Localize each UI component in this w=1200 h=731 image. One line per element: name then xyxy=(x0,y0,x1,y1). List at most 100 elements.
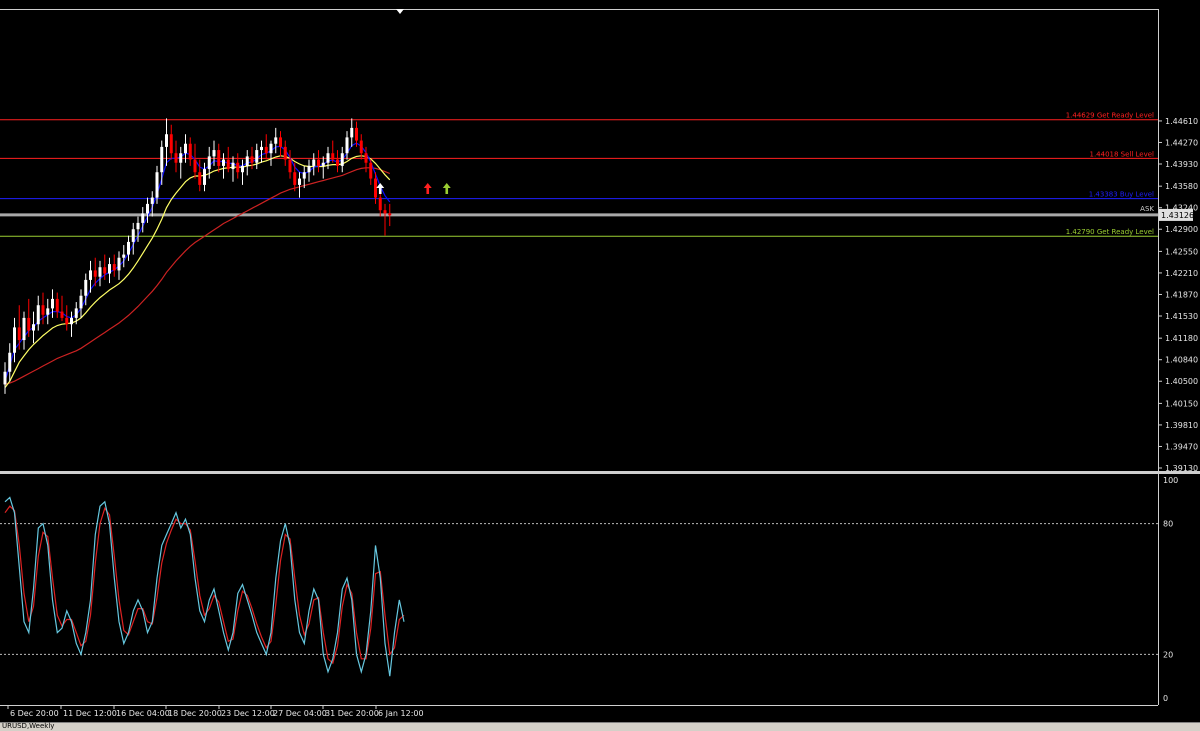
candle-body xyxy=(345,137,349,154)
candle-body xyxy=(36,305,40,325)
candle-body xyxy=(317,159,320,166)
y-tick-label: 1.44610 xyxy=(1165,117,1198,126)
candle-body xyxy=(32,324,35,331)
candle-body xyxy=(217,150,221,166)
candle-body xyxy=(160,146,164,173)
candle-body xyxy=(55,298,59,312)
candle-body xyxy=(274,137,278,144)
candle-body xyxy=(165,134,168,147)
candle-body xyxy=(150,197,154,204)
candle-body xyxy=(60,311,64,318)
candle-body xyxy=(255,150,259,163)
candle-body xyxy=(98,267,102,277)
candle-body xyxy=(326,153,330,163)
ask-label: ASK xyxy=(1140,205,1154,213)
candle-body xyxy=(293,172,297,185)
y-tick-label: 1.43580 xyxy=(1165,182,1198,191)
x-tick-label: 23 Dec 12:00 xyxy=(221,709,275,718)
candle-body xyxy=(207,156,211,170)
candle-body xyxy=(136,222,140,230)
y-tick-label: 1.43930 xyxy=(1165,160,1198,169)
y-tick-label: 1.40840 xyxy=(1165,356,1198,365)
x-tick-label: 11 Dec 12:00 xyxy=(63,709,117,718)
candle-body xyxy=(70,317,73,325)
candle-body xyxy=(350,127,354,138)
chart-area: 1.44629 Get Ready Level 1.44018 Sell Leve… xyxy=(0,9,1200,718)
candle-body xyxy=(245,156,249,166)
candle-body xyxy=(89,270,92,280)
candle-body xyxy=(184,143,187,154)
candle-body xyxy=(203,169,206,185)
candle-body xyxy=(46,308,50,315)
candle-body xyxy=(369,162,373,179)
level-label-3: 1.42790 Get Ready Level xyxy=(1066,228,1154,236)
y-tick-label: 1.42900 xyxy=(1165,225,1198,234)
candle-body xyxy=(383,210,387,214)
candle-body xyxy=(79,295,83,309)
candle-body xyxy=(74,308,78,318)
candle-body xyxy=(288,159,292,173)
candle-body xyxy=(279,137,282,147)
x-tick-label: 6 Jan 12:00 xyxy=(378,709,424,718)
osc-tick-label: 100 xyxy=(1163,476,1178,485)
candle-body xyxy=(307,165,311,173)
candle-body xyxy=(141,213,145,223)
candle-body xyxy=(103,267,107,274)
level-label-0: 1.44629 Get Ready Level xyxy=(1066,112,1154,120)
candle-body xyxy=(41,305,45,315)
candle-body xyxy=(193,159,197,173)
candle-body xyxy=(27,317,31,331)
candle-body xyxy=(226,159,230,170)
x-tick-label: 27 Dec 04:00 xyxy=(273,709,327,718)
y-tick-label: 1.41870 xyxy=(1165,290,1198,299)
candle-body xyxy=(93,270,97,277)
candle-body xyxy=(146,203,149,214)
candle-body xyxy=(8,352,12,372)
candle-body xyxy=(231,162,235,170)
y-tick-label: 1.40500 xyxy=(1165,377,1198,386)
candle-body xyxy=(331,153,335,160)
y-tick-label: 1.42550 xyxy=(1165,247,1198,256)
candle-body xyxy=(374,178,377,198)
x-tick-label: 6 Dec 20:00 xyxy=(10,709,59,718)
candle-body xyxy=(127,241,130,255)
candle-body xyxy=(174,153,178,163)
y-tick-label: 1.41180 xyxy=(1165,334,1198,343)
candle-body xyxy=(131,229,135,242)
candle-body xyxy=(84,279,88,296)
oscillator-panel-background xyxy=(0,474,1158,704)
candle-body xyxy=(212,150,216,157)
candle-body xyxy=(250,156,254,163)
candle-body xyxy=(117,257,121,271)
candle-body xyxy=(122,254,126,258)
x-tick-label: 16 Dec 04:00 xyxy=(116,709,170,718)
x-tick-label: 31 Dec 20:00 xyxy=(325,709,379,718)
candle-body xyxy=(22,317,26,341)
candle-body xyxy=(108,264,111,274)
candle-body xyxy=(236,162,240,173)
candle-body xyxy=(336,159,339,166)
x-tick-label: 18 Dec 20:00 xyxy=(168,709,222,718)
y-tick-label: 1.39130 xyxy=(1165,464,1198,473)
level-label-1: 1.44018 Sell Level xyxy=(1089,150,1154,158)
y-tick-label: 1.44270 xyxy=(1165,138,1198,147)
main-panel-background xyxy=(0,9,1158,471)
candle-body xyxy=(364,153,368,163)
level-label-2: 1.43383 Buy Level xyxy=(1089,191,1154,199)
candle-body xyxy=(169,134,173,154)
chart-frame xyxy=(0,9,1200,706)
candle-body xyxy=(269,143,273,154)
candle-body xyxy=(155,172,159,198)
candle-body xyxy=(388,213,392,216)
symbol-tab-label: URUSD,Weekly xyxy=(2,722,55,730)
candle-body xyxy=(198,172,202,185)
candle-body xyxy=(298,178,301,185)
ask-price-label: 1.43126 xyxy=(1161,211,1194,220)
candle-body xyxy=(340,153,344,166)
candle-body xyxy=(3,371,7,385)
candle-body xyxy=(17,327,21,341)
candle-body xyxy=(179,153,183,163)
y-tick-label: 1.42210 xyxy=(1165,269,1198,278)
candle-body xyxy=(355,127,358,141)
candle-body xyxy=(112,264,116,271)
